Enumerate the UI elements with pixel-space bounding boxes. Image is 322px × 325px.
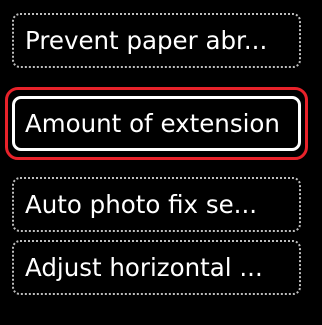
menu-item-prevent-paper-abrasion[interactable]: Prevent paper abr... xyxy=(12,13,301,68)
menu-item-auto-photo-fix-settings[interactable]: Auto photo fix se... xyxy=(12,177,301,232)
menu-item-amount-of-extension[interactable]: Amount of extension xyxy=(12,96,301,151)
settings-menu: Prevent paper abr... Amount of extension… xyxy=(0,0,322,325)
menu-item-adjust-horizontal[interactable]: Adjust horizontal ... xyxy=(12,240,301,295)
